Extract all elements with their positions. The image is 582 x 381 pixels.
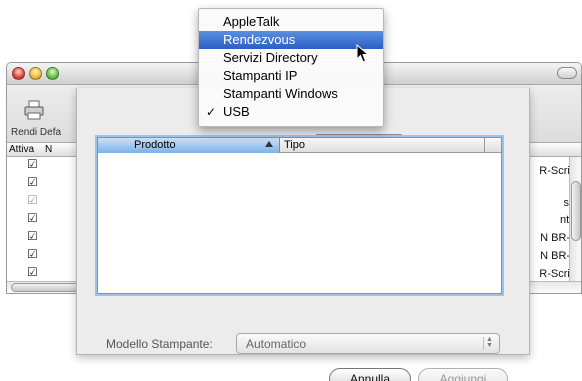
active-checkbox[interactable]: ☑ <box>27 266 38 278</box>
column-attiva[interactable]: Attiva <box>9 144 34 155</box>
make-default-label[interactable]: Rendi Defa <box>11 127 61 138</box>
menu-item-label: Servizi Directory <box>223 50 318 65</box>
menu-item-stampanti-windows[interactable]: Stampanti Windows <box>199 85 383 103</box>
sort-ascending-icon <box>265 141 273 147</box>
active-checkbox[interactable]: ☑ <box>27 176 38 188</box>
table-header: Prodotto Tipo <box>98 138 501 153</box>
close-window-button[interactable] <box>12 67 25 80</box>
menu-item-appletalk[interactable]: AppleTalk <box>199 13 383 31</box>
active-checkbox[interactable]: ☑ <box>27 194 38 206</box>
printer-model-label: Modello Stampante: <box>106 337 213 351</box>
menu-item-label: USB <box>223 104 250 119</box>
connection-type-menu: AppleTalk Rendezvous Servizi Directory S… <box>198 8 384 127</box>
menu-item-label: AppleTalk <box>223 14 280 29</box>
printer-browser-table[interactable]: Prodotto Tipo <box>97 137 502 294</box>
column-divider <box>484 138 485 153</box>
cancel-button[interactable]: Annulla <box>329 368 411 381</box>
active-checkbox[interactable]: ☑ <box>27 248 38 260</box>
menu-item-label: Stampanti Windows <box>223 86 338 101</box>
checkmark-icon: ✓ <box>206 105 217 119</box>
active-checkbox[interactable]: ☑ <box>27 230 38 242</box>
screen: Rendi Defa Attiva N ☑ ☑ ☑ ☑ ☑ ☑ ☑ ☑ R-Sc… <box>0 0 582 381</box>
zoom-window-button[interactable] <box>46 67 59 80</box>
select-arrows-icon: ▲ ▼ <box>483 336 495 350</box>
vertical-scrollbar[interactable] <box>569 157 581 281</box>
minimize-window-button[interactable] <box>29 67 42 80</box>
printer-icon[interactable] <box>23 99 45 121</box>
column-name[interactable]: N <box>45 144 52 155</box>
toolbar-toggle-button[interactable] <box>557 67 577 79</box>
printer-model-value: Automatico <box>246 337 307 351</box>
add-button[interactable]: Aggiungi <box>418 368 508 381</box>
menu-item-stampanti-ip[interactable]: Stampanti IP <box>199 67 383 85</box>
printer-model-select[interactable]: Automatico ▲ ▼ <box>236 333 500 354</box>
column-tipo[interactable]: Tipo <box>284 139 305 151</box>
scroll-thumb[interactable] <box>571 181 581 241</box>
column-prodotto[interactable]: Prodotto <box>98 138 280 153</box>
active-checkbox[interactable]: ☑ <box>27 158 38 170</box>
menu-item-label: Stampanti IP <box>223 68 298 83</box>
menu-item-usb[interactable]: ✓ USB <box>199 103 383 121</box>
column-prodotto-label: Prodotto <box>134 139 176 151</box>
active-checkbox[interactable]: ☑ <box>27 212 38 224</box>
mouse-pointer-icon <box>356 44 370 63</box>
menu-item-label: Rendezvous <box>223 32 296 47</box>
